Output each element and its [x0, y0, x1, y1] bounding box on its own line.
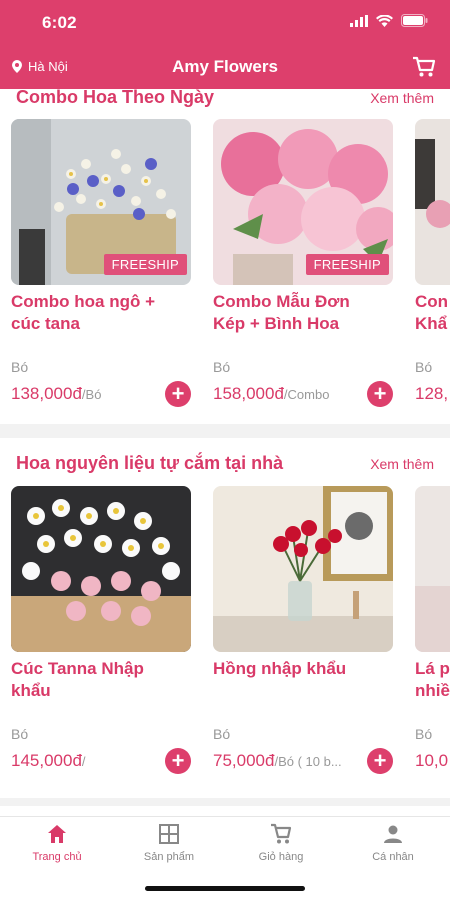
tab-home[interactable]: Trang chủ	[1, 823, 113, 863]
tab-profile[interactable]: Cá nhân	[337, 823, 449, 863]
tab-label: Giỏ hàng	[258, 851, 304, 863]
product-price: 75,000đ/Bó ( 10 b...	[213, 751, 342, 770]
section-header: Hoa nguyên liệu tự cắm tại nhà Xem thêm	[16, 453, 434, 474]
app-header: 6:02 Hà Nội Amy Flowers	[0, 0, 450, 89]
section-diy-flowers: Hoa nguyên liệu tự cắm tại nhà Xem thêm	[0, 438, 450, 798]
tab-cart[interactable]: Giỏ hàng	[225, 823, 337, 863]
product-name[interactable]: Combo hoa ngô + cúc tana	[11, 291, 191, 335]
home-feed[interactable]: Combo Hoa Theo Ngày Xem thêm FREESHIP Co…	[0, 89, 450, 816]
section-next	[0, 806, 450, 816]
section-title: Combo Hoa Theo Ngày	[16, 89, 215, 107]
freeship-badge: FREESHIP	[103, 254, 187, 275]
signal-icon	[350, 14, 368, 27]
see-more-link[interactable]: Xem thêm	[370, 456, 434, 472]
product-name[interactable]: Combo Mẫu Đơn Kép + Bình Hoa	[213, 291, 393, 335]
product-image[interactable]	[11, 486, 191, 652]
section-combo: Combo Hoa Theo Ngày Xem thêm FREESHIP Co…	[0, 89, 450, 424]
product-unit: Bó	[11, 359, 29, 375]
section-header: Combo Hoa Theo Ngày Xem thêm	[16, 89, 434, 108]
product-price: 145,000đ/	[11, 751, 86, 770]
status-time: 6:02	[42, 13, 77, 32]
product-image[interactable]	[415, 486, 450, 652]
product-price: 128,	[415, 384, 449, 403]
product-unit: Bó	[415, 726, 433, 742]
product-name[interactable]: Lá p nhiề	[415, 658, 450, 702]
app-title: Amy Flowers	[172, 57, 278, 76]
product-image[interactable]	[415, 119, 450, 285]
product-unit: Bó	[11, 726, 29, 742]
product-name[interactable]: Con Khẩ	[415, 291, 450, 335]
home-indicator	[145, 886, 305, 891]
add-to-cart-button[interactable]: +	[367, 381, 393, 407]
battery-icon	[401, 14, 428, 27]
product-name[interactable]: Cúc Tanna Nhập khẩu	[11, 658, 191, 702]
home-icon	[48, 825, 66, 843]
product-price: 10,0	[415, 751, 449, 770]
product-price: 158,000đ/Combo	[213, 384, 330, 403]
cart-icon[interactable]	[412, 56, 436, 78]
freeship-badge: FREESHIP	[305, 254, 389, 275]
product-unit: Bó	[213, 359, 231, 375]
product-image[interactable]: FREESHIP	[11, 119, 191, 285]
person-icon	[384, 825, 402, 843]
see-more-link[interactable]: Xem thêm	[370, 90, 434, 106]
product-image[interactable]: FREESHIP	[213, 119, 393, 285]
add-to-cart-button[interactable]: +	[165, 381, 191, 407]
section-title: Hoa nguyên liệu tự cắm tại nhà	[16, 453, 284, 473]
grid-icon	[159, 824, 179, 844]
wifi-icon	[376, 14, 393, 27]
product-unit: Bó	[213, 726, 231, 742]
product-price: 138,000đ/Bó	[11, 384, 102, 403]
add-to-cart-button[interactable]: +	[165, 748, 191, 774]
status-icons	[350, 14, 428, 27]
tab-label: Trang chủ	[32, 851, 82, 863]
product-unit: Bó	[415, 359, 433, 375]
add-to-cart-button[interactable]: +	[367, 748, 393, 774]
cart-icon	[271, 823, 292, 844]
tab-products[interactable]: Sản phẩm	[113, 823, 225, 863]
product-image[interactable]	[213, 486, 393, 652]
tab-label: Cá nhân	[372, 851, 414, 863]
tab-label: Sản phẩm	[143, 851, 195, 863]
product-name[interactable]: Hồng nhập khẩu	[213, 658, 393, 680]
